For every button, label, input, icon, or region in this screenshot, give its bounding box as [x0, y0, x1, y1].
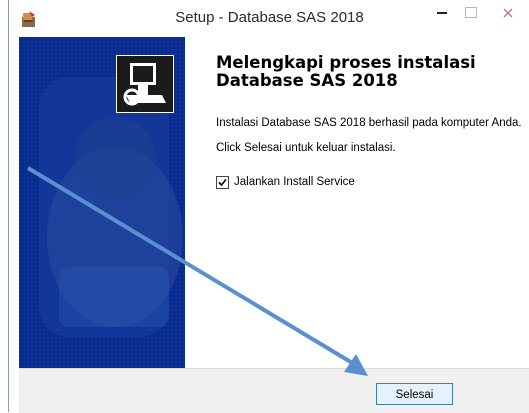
- maximize-icon[interactable]: [462, 4, 480, 22]
- minimize-icon[interactable]: [433, 4, 451, 22]
- close-icon[interactable]: [499, 4, 517, 22]
- checkbox-label[interactable]: Jalankan Install Service: [234, 176, 355, 188]
- title-line-1: Melengkapi proses instalasi: [216, 53, 476, 72]
- checkmark-icon: [218, 178, 227, 187]
- window-title: Setup - Database SAS 2018: [175, 9, 364, 26]
- instruction-text: Click Selesai untuk keluar instalasi.: [216, 142, 396, 154]
- run-install-service-checkbox[interactable]: [216, 176, 229, 189]
- setup-window: Setup - Database SAS 2018 Melengkapi pro…: [8, 0, 529, 413]
- wizard-footer: Selesai: [19, 368, 529, 413]
- finish-button[interactable]: Selesai: [376, 383, 453, 405]
- success-message: Instalasi Database SAS 2018 berhasil pad…: [216, 117, 522, 129]
- wizard-sidebar-banner: [19, 37, 185, 368]
- page-title: Melengkapi proses instalasi Database SAS…: [216, 54, 516, 90]
- title-bar[interactable]: Setup - Database SAS 2018: [9, 0, 529, 37]
- title-line-2: Database SAS 2018: [216, 71, 398, 90]
- wizard-content: Melengkapi proses instalasi Database SAS…: [185, 37, 529, 368]
- computer-install-icon: [116, 55, 174, 113]
